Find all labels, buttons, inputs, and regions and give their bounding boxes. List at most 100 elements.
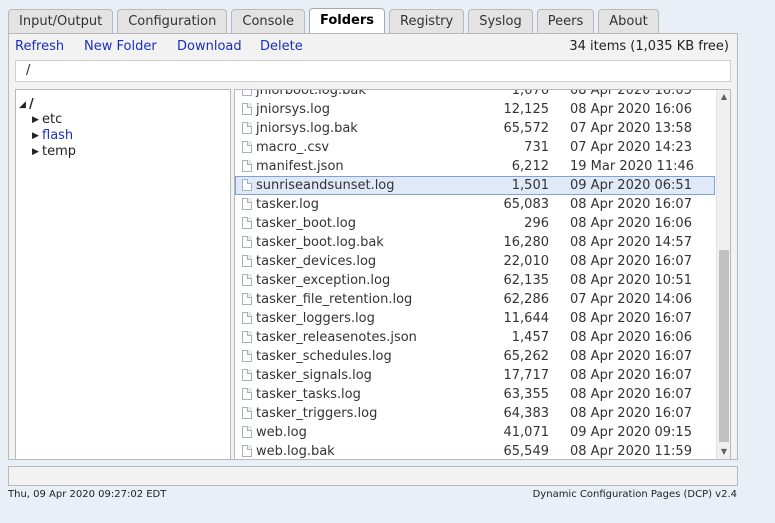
file-name: tasker_tasks.log bbox=[256, 387, 361, 402]
file-row[interactable]: tasker_signals.log 17,717 08 Apr 2020 16:0… bbox=[235, 366, 715, 385]
file-row[interactable]: tasker_releasenotes.json 1,457 08 Apr 2020… bbox=[235, 328, 715, 347]
tree-item-temp[interactable]: ▶ temp bbox=[32, 144, 76, 160]
file-size: 6,212 bbox=[511, 159, 549, 174]
file-name: web.log bbox=[256, 425, 307, 440]
file-icon bbox=[242, 331, 252, 343]
file-row[interactable]: web.log 41,071 09 Apr 2020 09:15 bbox=[235, 423, 715, 442]
file-size: 65,083 bbox=[503, 197, 550, 212]
file-date: 08 Apr 2020 16:05 bbox=[570, 89, 692, 98]
folder-tree: ◢ / ▶ etc ▶ flash ▶ temp bbox=[15, 89, 231, 460]
file-row[interactable]: tasker_triggers.log 64,383 08 Apr 2020 16:… bbox=[235, 404, 715, 423]
file-date: 08 Apr 2020 16:07 bbox=[570, 368, 692, 383]
tree-root[interactable]: ◢ / bbox=[19, 97, 34, 113]
file-icon bbox=[242, 445, 252, 457]
scroll-up-icon[interactable]: ▲ bbox=[720, 92, 728, 102]
file-row[interactable]: sunriseandsunset.log 1,501 09 Apr 2020 06:… bbox=[235, 176, 715, 195]
file-size: 11,644 bbox=[503, 311, 550, 326]
file-size: 296 bbox=[524, 216, 549, 231]
file-icon bbox=[242, 90, 252, 96]
tab-about[interactable]: About bbox=[598, 9, 659, 33]
file-date: 07 Apr 2020 14:06 bbox=[570, 292, 692, 307]
file-row[interactable]: web.log.bak 65,549 08 Apr 2020 11:59 bbox=[235, 442, 715, 459]
refresh-link[interactable]: Refresh bbox=[15, 39, 64, 54]
file-icon bbox=[242, 141, 252, 153]
file-name: web.log.bak bbox=[256, 444, 335, 459]
file-size: 17,717 bbox=[503, 368, 550, 383]
file-size: 62,135 bbox=[503, 273, 550, 288]
file-name: tasker_exception.log bbox=[256, 273, 391, 288]
expand-arrow-icon[interactable]: ▶ bbox=[32, 144, 41, 160]
file-date: 07 Apr 2020 13:58 bbox=[570, 121, 692, 136]
scrollbar-thumb[interactable] bbox=[719, 250, 729, 442]
tab-console[interactable]: Console bbox=[231, 9, 305, 33]
file-name: macro_.csv bbox=[256, 140, 330, 155]
file-icon bbox=[242, 122, 252, 134]
file-icon bbox=[242, 350, 252, 362]
file-date: 19 Mar 2020 11:46 bbox=[570, 159, 695, 174]
file-name: tasker_loggers.log bbox=[256, 311, 375, 326]
file-icon bbox=[242, 426, 252, 438]
file-name: tasker_signals.log bbox=[256, 368, 372, 383]
download-link[interactable]: Download bbox=[177, 39, 242, 54]
delete-link[interactable]: Delete bbox=[260, 39, 303, 54]
file-row[interactable]: jniorboot.log.bak 1,676 08 Apr 2020 16:05 bbox=[235, 89, 715, 100]
new-folder-link[interactable]: New Folder bbox=[84, 39, 157, 54]
file-icon bbox=[242, 160, 252, 172]
file-name: tasker_releasenotes.json bbox=[256, 330, 417, 345]
file-icon bbox=[242, 312, 252, 324]
tree-item-flash[interactable]: ▶ flash bbox=[32, 128, 73, 144]
file-date: 08 Apr 2020 16:07 bbox=[570, 387, 692, 402]
bottom-panel bbox=[8, 466, 738, 486]
scrollbar[interactable]: ▲ ▼ bbox=[716, 90, 730, 459]
expand-arrow-icon[interactable]: ▶ bbox=[32, 128, 41, 144]
file-row[interactable]: tasker_boot.log 296 08 Apr 2020 16:06 bbox=[235, 214, 715, 233]
file-size: 12,125 bbox=[503, 102, 550, 117]
file-date: 07 Apr 2020 14:23 bbox=[570, 140, 692, 155]
tree-item-etc[interactable]: ▶ etc bbox=[32, 112, 62, 128]
file-date: 08 Apr 2020 10:51 bbox=[570, 273, 692, 288]
tab-folders[interactable]: Folders bbox=[308, 8, 385, 34]
file-icon bbox=[242, 407, 252, 419]
file-row[interactable]: tasker_tasks.log 63,355 08 Apr 2020 16:07 bbox=[235, 385, 715, 404]
tab-peers[interactable]: Peers bbox=[536, 9, 595, 33]
file-name: manifest.json bbox=[256, 159, 344, 174]
file-date: 09 Apr 2020 09:15 bbox=[570, 425, 692, 440]
file-size: 1,457 bbox=[511, 330, 549, 345]
file-size: 1,676 bbox=[511, 89, 549, 98]
file-row[interactable]: tasker.log 65,083 08 Apr 2020 16:07 bbox=[235, 195, 715, 214]
file-name: tasker_schedules.log bbox=[256, 349, 392, 364]
file-row[interactable]: tasker_devices.log 22,010 08 Apr 2020 16:0… bbox=[235, 252, 715, 271]
tree-item-label: temp bbox=[42, 144, 77, 159]
tree-root-expanded-icon: ◢ bbox=[19, 100, 26, 110]
file-name: jniorsys.log bbox=[256, 102, 330, 117]
file-size: 64,383 bbox=[503, 406, 550, 421]
file-size: 62,286 bbox=[503, 292, 550, 307]
tab-syslog[interactable]: Syslog bbox=[468, 9, 533, 33]
file-name: tasker.log bbox=[256, 197, 320, 212]
file-row[interactable]: macro_.csv 731 07 Apr 2020 14:23 bbox=[235, 138, 715, 157]
file-row[interactable]: tasker_loggers.log 11,644 08 Apr 2020 16:0… bbox=[235, 309, 715, 328]
tab-input-output[interactable]: Input/Output bbox=[8, 9, 114, 33]
file-list: jniorboot.log.bak 1,676 08 Apr 2020 16:05 j… bbox=[234, 89, 731, 460]
path-field[interactable]: / bbox=[15, 60, 731, 82]
file-icon bbox=[242, 293, 252, 305]
file-size: 65,572 bbox=[503, 121, 550, 136]
file-row[interactable]: manifest.json 6,212 19 Mar 2020 11:46 bbox=[235, 157, 715, 176]
file-row[interactable]: tasker_schedules.log 65,262 08 Apr 2020 16… bbox=[235, 347, 715, 366]
tab-registry[interactable]: Registry bbox=[389, 9, 465, 33]
file-row[interactable]: jniorsys.log 12,125 08 Apr 2020 16:06 bbox=[235, 100, 715, 119]
file-row[interactable]: jniorsys.log.bak 65,572 07 Apr 2020 13:58 bbox=[235, 119, 715, 138]
status-datetime: Thu, 09 Apr 2020 09:27:02 EDT bbox=[8, 489, 167, 500]
file-size: 16,280 bbox=[503, 235, 550, 250]
file-row[interactable]: tasker_boot.log.bak 16,280 08 Apr 2020 14:… bbox=[235, 233, 715, 252]
file-icon bbox=[242, 236, 252, 248]
tab-configuration[interactable]: Configuration bbox=[117, 9, 228, 33]
expand-arrow-icon[interactable]: ▶ bbox=[32, 112, 41, 128]
file-icon bbox=[242, 274, 252, 286]
file-row[interactable]: tasker_exception.log 62,135 08 Apr 2020 10… bbox=[235, 271, 715, 290]
file-icon bbox=[242, 255, 252, 267]
file-row[interactable]: tasker_file_retention.log 62,286 07 Apr 20… bbox=[235, 290, 715, 309]
file-date: 08 Apr 2020 16:07 bbox=[570, 311, 692, 326]
scroll-down-icon[interactable]: ▼ bbox=[720, 447, 728, 457]
file-size: 1,501 bbox=[511, 178, 549, 193]
